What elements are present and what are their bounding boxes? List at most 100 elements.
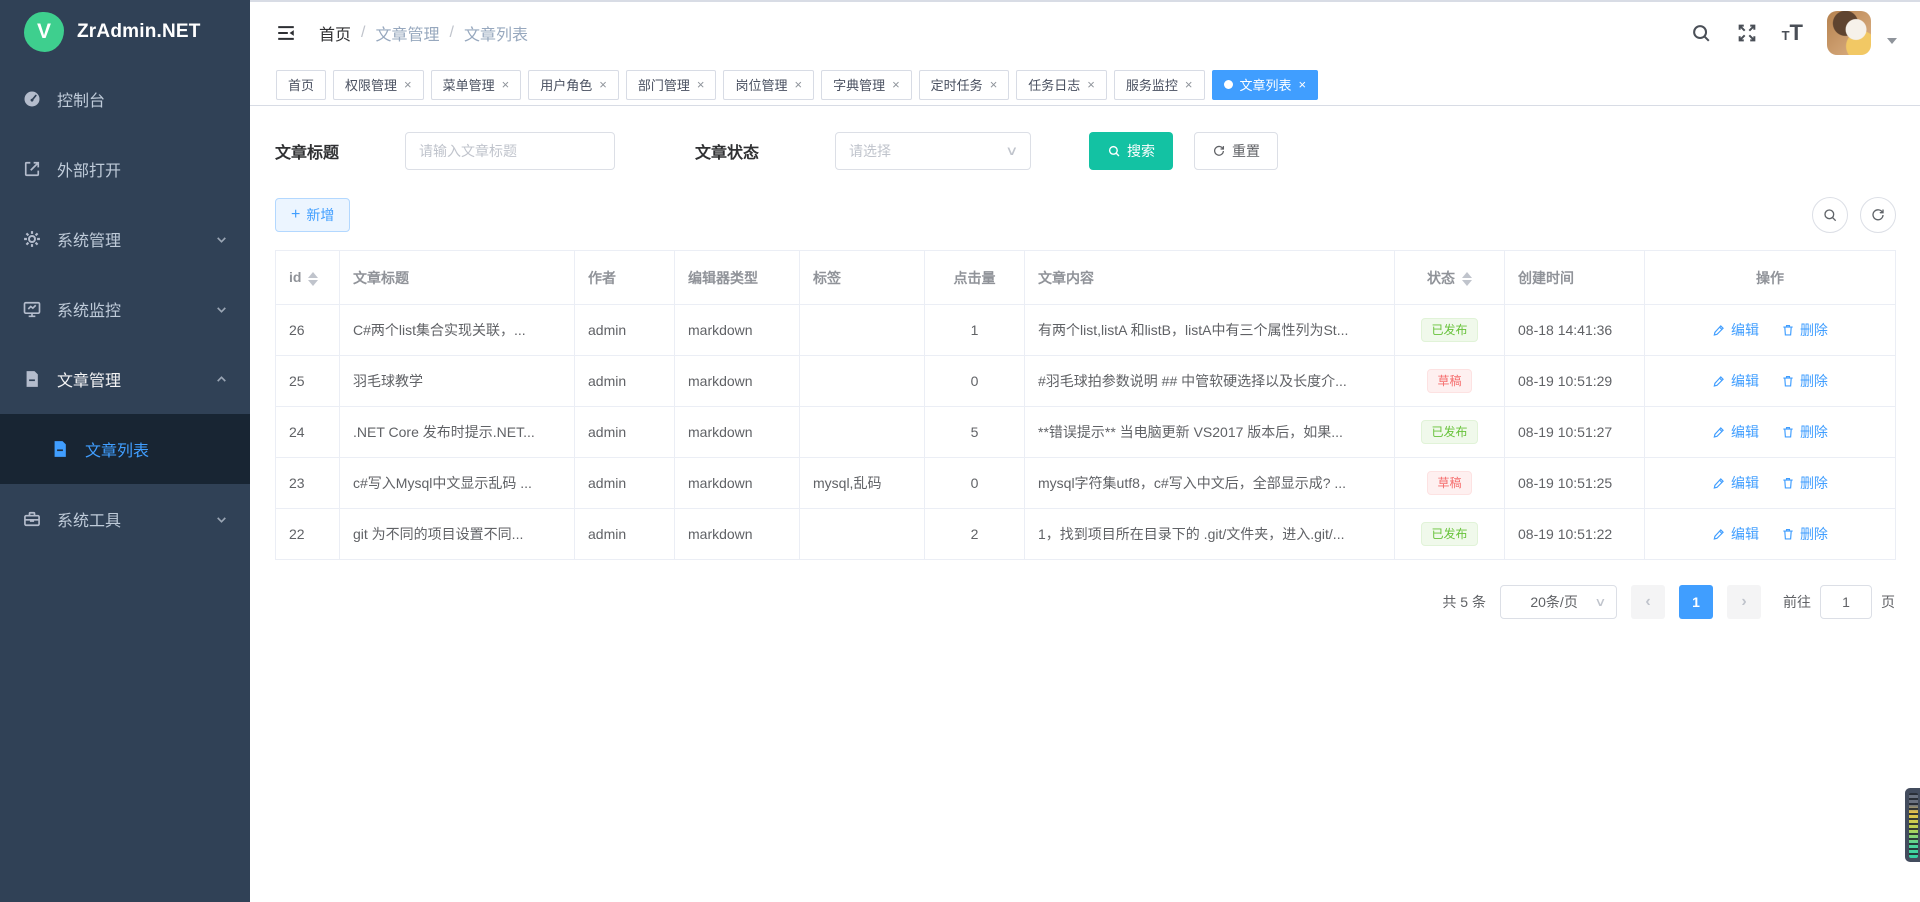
article-table: id 文章标题 作者 编辑器类型 标签 点击量 文章内容 状态 创建时间 操作 (275, 250, 1896, 560)
show-search-button[interactable] (1812, 197, 1848, 233)
column-header-id[interactable]: id (276, 251, 340, 305)
edge-widget-stripes-icon (1909, 793, 1918, 858)
chevron-down-icon: ∨ (1006, 143, 1019, 159)
page-content: 文章标题 文章状态 请选择 ∨ 搜索 重置 + (250, 106, 1920, 619)
sidebar-item-label: 系统工具 (57, 507, 121, 531)
close-icon[interactable]: × (404, 78, 412, 91)
chevron-down-icon: ∨ (1594, 595, 1606, 609)
table-toolbar: + 新增 (275, 197, 1896, 233)
table-tools (1812, 197, 1896, 233)
search-icon[interactable] (1690, 22, 1712, 44)
goto-label: 前往 (1783, 592, 1811, 612)
edit-button[interactable]: 编辑 (1712, 320, 1759, 340)
tab-permission[interactable]: 权限管理× (333, 70, 424, 100)
reset-button[interactable]: 重置 (1194, 132, 1278, 170)
tab-menu[interactable]: 菜单管理× (431, 70, 522, 100)
refresh-table-button[interactable] (1860, 197, 1896, 233)
edit-button[interactable]: 编辑 (1712, 473, 1759, 493)
column-header-created-time: 创建时间 (1505, 251, 1645, 305)
edit-button[interactable]: 编辑 (1712, 371, 1759, 391)
chevron-down-icon (215, 233, 228, 246)
delete-button[interactable]: 删除 (1781, 371, 1828, 391)
delete-button[interactable]: 删除 (1781, 422, 1828, 442)
current-page-button[interactable]: 1 (1679, 585, 1713, 619)
page-size-select[interactable]: 20条/页 ∨ (1500, 585, 1617, 619)
breadcrumb-article-management[interactable]: 文章管理 (375, 21, 439, 45)
trash-icon (1781, 425, 1795, 439)
sidebar-item-label: 文章管理 (57, 367, 121, 391)
tag-bar: 首页 权限管理× 菜单管理× 用户角色× 部门管理× 岗位管理× 字典管理× 定… (250, 64, 1920, 106)
search-button[interactable]: 搜索 (1089, 132, 1173, 170)
status-badge: 已发布 (1421, 318, 1477, 342)
delete-button[interactable]: 删除 (1781, 320, 1828, 340)
plus-icon: + (291, 207, 300, 223)
close-icon[interactable]: × (1087, 78, 1095, 91)
sort-carets-icon[interactable] (308, 272, 318, 286)
tab-service-monitor[interactable]: 服务监控× (1114, 70, 1205, 100)
sidebar-item-label: 外部打开 (57, 157, 121, 181)
sidebar: V ZrAdmin.NET 控制台 外部打开 系统管理 (0, 0, 250, 902)
column-header-clicks: 点击量 (925, 251, 1025, 305)
tab-task-log[interactable]: 任务日志× (1016, 70, 1107, 100)
edit-button[interactable]: 编辑 (1712, 422, 1759, 442)
breadcrumb-article-list: 文章列表 (464, 21, 528, 45)
sidebar-item-label: 系统监控 (57, 297, 121, 321)
edit-pencil-icon (1712, 425, 1726, 439)
sidebar-item-system-tools[interactable]: 系统工具 (0, 484, 250, 554)
fullscreen-icon[interactable] (1736, 22, 1758, 44)
delete-button[interactable]: 删除 (1781, 473, 1828, 493)
app-root: V ZrAdmin.NET 控制台 外部打开 系统管理 (0, 0, 1920, 902)
close-icon[interactable]: × (794, 78, 802, 91)
goto-page-input[interactable] (1820, 585, 1872, 619)
sidebar-item-article-management[interactable]: 文章管理 (0, 344, 250, 414)
tab-user-role[interactable]: 用户角色× (528, 70, 619, 100)
article-title-input[interactable] (405, 132, 615, 170)
font-size-icon[interactable]: TT (1782, 20, 1803, 46)
breadcrumb-home[interactable]: 首页 (319, 21, 351, 45)
status-badge: 草稿 (1427, 369, 1471, 393)
column-header-status[interactable]: 状态 (1395, 251, 1505, 305)
close-icon[interactable]: × (502, 78, 510, 91)
edit-button[interactable]: 编辑 (1712, 524, 1759, 544)
close-icon[interactable]: × (1185, 78, 1193, 91)
user-avatar[interactable] (1827, 11, 1871, 55)
sidebar-item-system-management[interactable]: 系统管理 (0, 204, 250, 274)
chevron-up-icon (215, 373, 228, 386)
trash-icon (1781, 374, 1795, 388)
column-header-tag: 标签 (800, 251, 925, 305)
topbar-actions: TT (1690, 11, 1897, 55)
sidebar-item-system-monitor[interactable]: 系统监控 (0, 274, 250, 344)
close-icon[interactable]: × (892, 78, 900, 91)
sidebar-item-article-list[interactable]: 文章列表 (0, 414, 250, 484)
tab-post[interactable]: 岗位管理× (723, 70, 814, 100)
sidebar-submenu: 文章列表 (0, 414, 250, 484)
article-status-select[interactable]: 请选择 ∨ (835, 132, 1031, 170)
main-panel: 首页 / 文章管理 / 文章列表 TT 首 (250, 0, 1920, 902)
sort-carets-icon[interactable] (1462, 272, 1472, 286)
sidebar-collapse-icon[interactable] (275, 22, 297, 44)
close-icon[interactable]: × (1299, 78, 1307, 91)
close-icon[interactable]: × (990, 78, 998, 91)
edge-extension-widget[interactable] (1905, 788, 1920, 862)
prev-page-button[interactable]: ‹ (1631, 585, 1665, 619)
search-icon (1107, 144, 1121, 158)
next-page-button[interactable]: › (1727, 585, 1761, 619)
column-header-editor-type: 编辑器类型 (675, 251, 800, 305)
tab-department[interactable]: 部门管理× (626, 70, 717, 100)
top-bar: 首页 / 文章管理 / 文章列表 TT (250, 2, 1920, 64)
app-logo[interactable]: V ZrAdmin.NET (0, 0, 250, 64)
delete-button[interactable]: 删除 (1781, 524, 1828, 544)
user-menu-caret-icon[interactable] (1887, 38, 1897, 44)
tab-home[interactable]: 首页 (276, 70, 326, 100)
close-icon[interactable]: × (697, 78, 705, 91)
sidebar-item-external-open[interactable]: 外部打开 (0, 134, 250, 204)
sidebar-item-dashboard[interactable]: 控制台 (0, 64, 250, 134)
active-dot (1224, 80, 1233, 89)
article-status-label: 文章状态 (695, 139, 835, 163)
monitor-icon (22, 299, 42, 319)
tab-scheduled-task[interactable]: 定时任务× (919, 70, 1010, 100)
add-button[interactable]: + 新增 (275, 198, 350, 232)
tab-dict[interactable]: 字典管理× (821, 70, 912, 100)
tab-article-list[interactable]: 文章列表× (1212, 70, 1319, 100)
close-icon[interactable]: × (599, 78, 607, 91)
